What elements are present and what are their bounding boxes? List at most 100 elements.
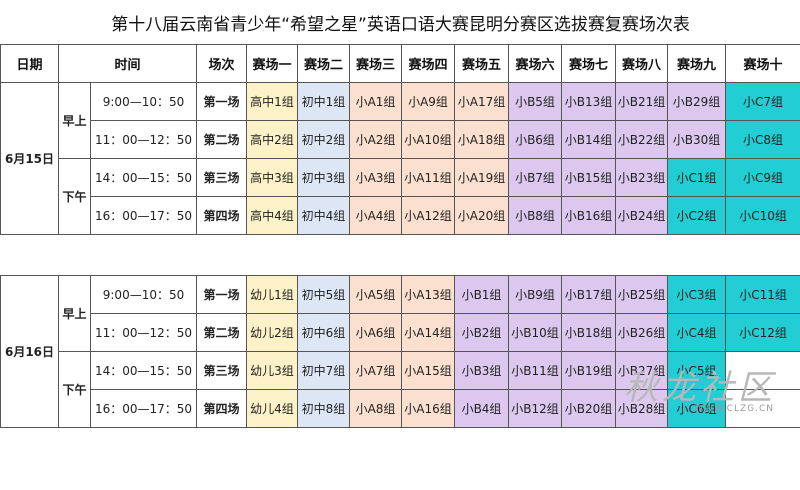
time-cell: 16：00—17：50: [90, 389, 197, 428]
group-cell: 小A16组: [401, 389, 455, 428]
group-cell: 小C9组: [724, 158, 800, 197]
group-cell: 小A7组: [349, 351, 402, 390]
group-cell: 小B29组: [667, 82, 726, 121]
header-venue: 赛场六: [508, 44, 562, 83]
group-cell: 初中4组: [297, 196, 350, 235]
group-cell: 小B9组: [508, 275, 562, 314]
date-cell: 6月15日: [0, 82, 59, 235]
header-venue: 赛场五: [454, 44, 509, 83]
time-cell: 16：00—17：50: [90, 196, 197, 235]
group-cell: 小A2组: [349, 120, 402, 159]
group-cell: 小A4组: [349, 196, 402, 235]
group-cell: 小A20组: [454, 196, 509, 235]
header-venue: 赛场十: [724, 44, 800, 83]
group-cell: 小A3组: [349, 158, 402, 197]
group-cell: 高中4组: [246, 196, 298, 235]
group-cell: 小B12组: [508, 389, 562, 428]
group-cell: 小C8组: [724, 120, 800, 159]
group-cell: 小A17组: [454, 82, 509, 121]
group-cell: 小B7组: [508, 158, 562, 197]
table-row: 6月15日 早上 9:00—10：50 第一场 高中1组 初中1组 小A1组 小A9组 小A17…: [0, 82, 800, 235]
group-cell: 小B17组: [561, 275, 616, 314]
group-cell: 小B2组: [454, 313, 509, 352]
group-cell: 初中5组: [297, 275, 350, 314]
header-time: 时间: [58, 44, 197, 83]
group-cell: 小C3组: [667, 275, 726, 314]
session-cell: 第三场: [196, 351, 247, 390]
period-cell: 早上: [58, 82, 91, 159]
time-cell: 14：00—15：50: [90, 351, 197, 390]
schedule-sheet: 第十八届云南省青少年“希望之星”英语口语大赛昆明分赛区选拔赛复赛场次表 日期 时间…: [0, 0, 800, 430]
table-row: 11：00—12：50 第二场 幼儿2组 初中6组 小A6组 小A14组 小B2组 小B10组…: [1, 313, 800, 352]
group-cell: 小A12组: [401, 196, 455, 235]
group-cell: 小A19组: [454, 158, 509, 197]
group-cell: 小B26组: [615, 313, 668, 352]
group-cell: 幼儿3组: [246, 351, 298, 390]
time-cell: 9:00—10：50: [90, 82, 197, 121]
date-cell: 6月16日: [0, 275, 59, 428]
period-cell: 下午: [58, 351, 91, 428]
group-cell: 小B25组: [615, 275, 668, 314]
period-cell: 下午: [58, 158, 91, 235]
watermark-text: 秋龙社区: [624, 368, 776, 408]
watermark-logo: 秋龙社区 WWW.CLZG.CN: [606, 360, 786, 414]
group-cell: 小A18组: [454, 120, 509, 159]
group-cell: 小C10组: [724, 196, 800, 235]
table-row: 下午 14：00—15：50 第三场 高中3组 初中3组 小A3组 小A11组 小A19组 小B…: [1, 158, 800, 235]
header-venue: 赛场一: [246, 44, 298, 83]
group-cell: 小B3组: [454, 351, 509, 390]
header-venue: 赛场四: [401, 44, 455, 83]
header-session: 场次: [196, 44, 247, 83]
group-cell: 幼儿1组: [246, 275, 298, 314]
group-cell: 小A15组: [401, 351, 455, 390]
session-cell: 第四场: [196, 196, 247, 235]
table-row: 16：00—17：50 第四场 高中4组 初中4组 小A4组 小A12组 小A20组 小B8组…: [1, 196, 800, 235]
time-cell: 14：00—15：50: [90, 158, 197, 197]
group-cell: 初中2组: [297, 120, 350, 159]
group-cell: 初中8组: [297, 389, 350, 428]
group-cell: 初中7组: [297, 351, 350, 390]
group-cell: 小A6组: [349, 313, 402, 352]
group-cell: 初中1组: [297, 82, 350, 121]
group-cell: 高中1组: [246, 82, 298, 121]
header-venue: 赛场八: [615, 44, 668, 83]
session-cell: 第一场: [196, 82, 247, 121]
group-cell: 小C7组: [724, 82, 800, 121]
group-cell: 小B15组: [561, 158, 616, 197]
group-cell: 小C2组: [667, 196, 726, 235]
period-cell: 早上: [58, 275, 91, 352]
group-cell: 小B10组: [508, 313, 562, 352]
group-cell: 幼儿4组: [246, 389, 298, 428]
group-cell: 小B13组: [561, 82, 616, 121]
group-cell: 小C12组: [724, 313, 800, 352]
table-row: 11：00—12：50 第二场 高中2组 初中2组 小A2组 小A10组 小A18组 小B6组…: [1, 120, 800, 159]
group-cell: 初中3组: [297, 158, 350, 197]
time-cell: 11：00—12：50: [90, 313, 197, 352]
group-cell: 小C1组: [667, 158, 726, 197]
group-cell: 小B1组: [454, 275, 509, 314]
group-cell: 初中6组: [297, 313, 350, 352]
session-cell: 第二场: [196, 120, 247, 159]
group-cell: 小B22组: [615, 120, 668, 159]
group-cell: 小A13组: [401, 275, 455, 314]
group-cell: 小A8组: [349, 389, 402, 428]
session-cell: 第一场: [196, 275, 247, 314]
watermark-url: WWW.CLZG.CN: [694, 404, 774, 414]
group-cell: 高中2组: [246, 120, 298, 159]
group-cell: 高中3组: [246, 158, 298, 197]
group-cell: 小A5组: [349, 275, 402, 314]
group-cell: 小B21组: [615, 82, 668, 121]
header-venue: 赛场九: [667, 44, 726, 83]
session-cell: 第二场: [196, 313, 247, 352]
page-title: 第十八届云南省青少年“希望之星”英语口语大赛昆明分赛区选拔赛复赛场次表: [111, 14, 690, 35]
group-cell: 小A10组: [401, 120, 455, 159]
group-cell: 小B14组: [561, 120, 616, 159]
group-cell: 小B5组: [508, 82, 562, 121]
session-cell: 第四场: [196, 389, 247, 428]
group-cell: 小C11组: [724, 275, 800, 314]
group-cell: 小B11组: [508, 351, 562, 390]
group-cell: 小B30组: [667, 120, 726, 159]
group-cell: 小C4组: [667, 313, 726, 352]
group-cell: 小B23组: [615, 158, 668, 197]
group-cell: 小B16组: [561, 196, 616, 235]
